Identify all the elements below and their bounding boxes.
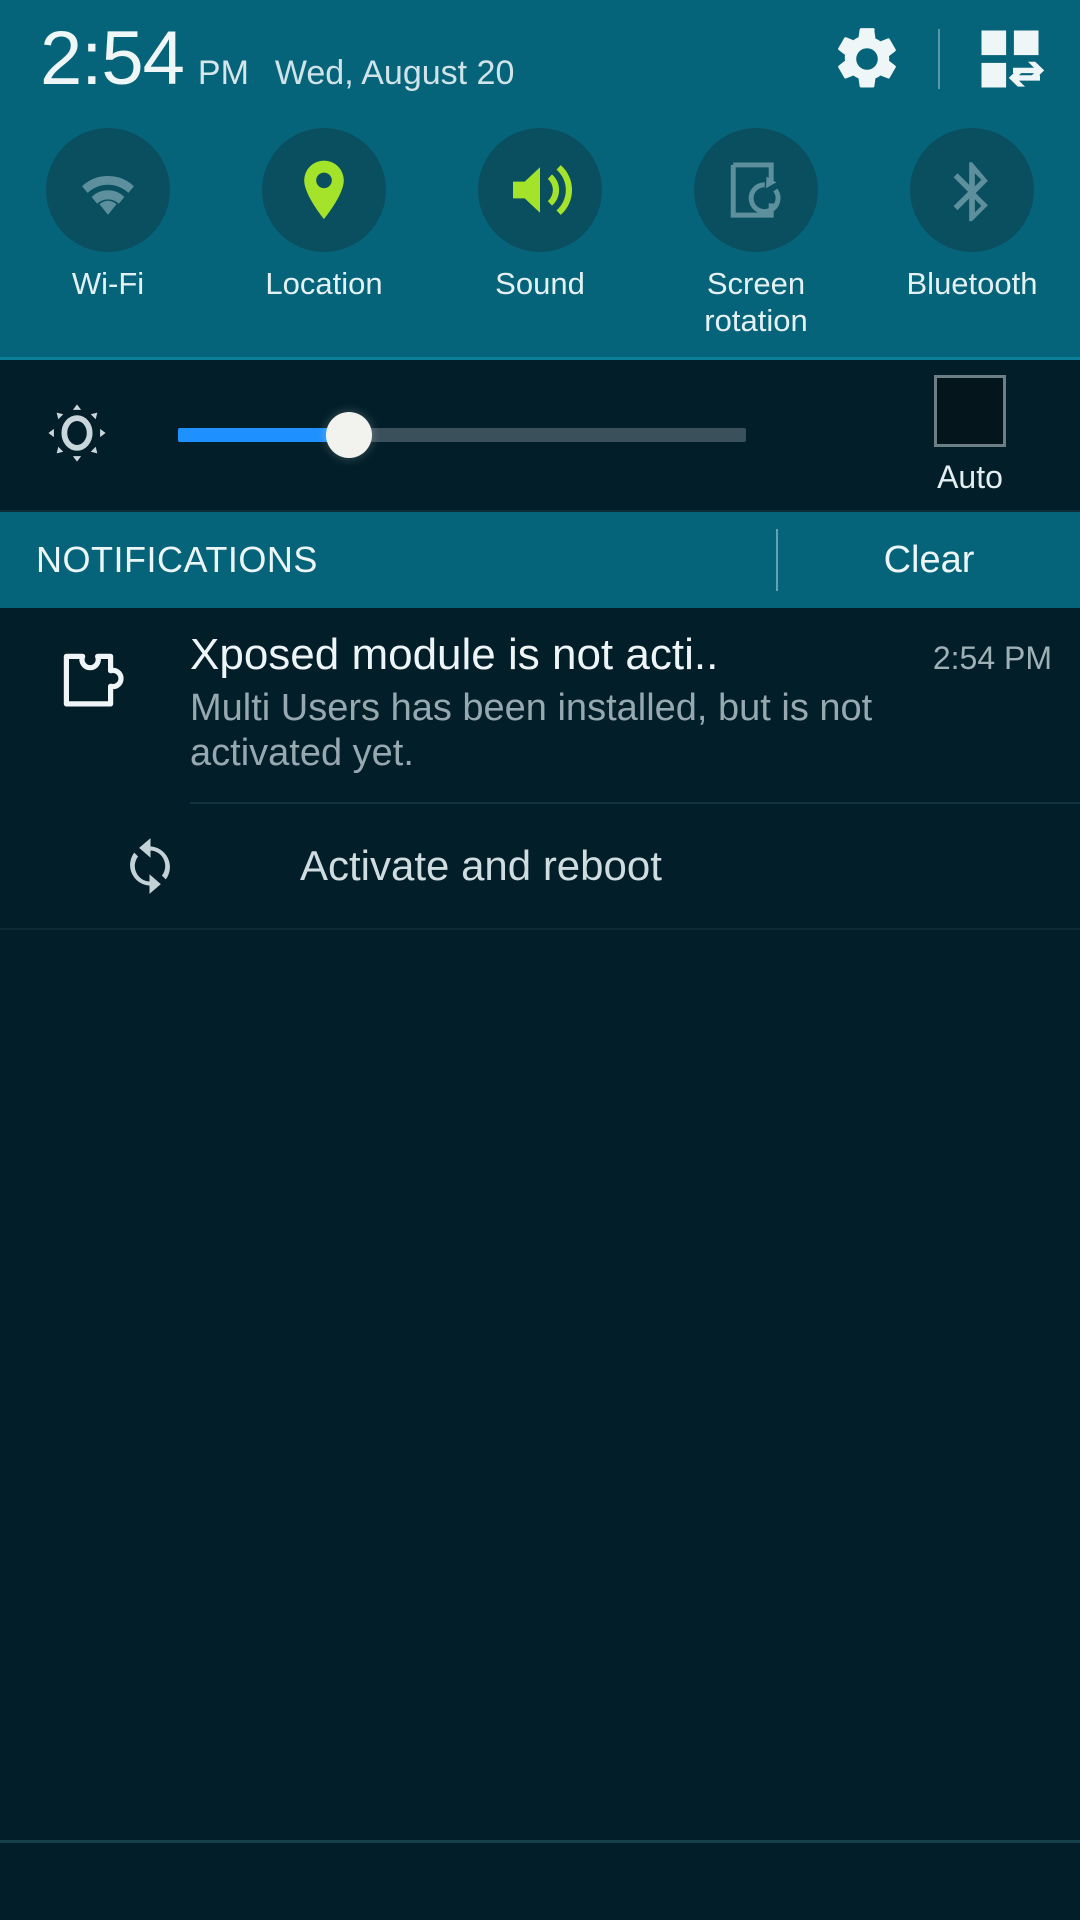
toggle-circle-location — [262, 128, 386, 252]
auto-brightness-label: Auto — [937, 458, 1003, 495]
toggle-label-sound: Sound — [495, 266, 585, 301]
toggle-label-location: Location — [265, 266, 383, 301]
notification-shade: 2:54 PM Wed, August 20 Wi-Fi Location So… — [0, 0, 1080, 1920]
bluetooth-icon — [953, 162, 988, 222]
brightness-row: Auto — [0, 360, 1080, 513]
screen-rotation-icon — [730, 162, 781, 218]
notification-list: Xposed module is not acti.. 2:54 PM Mult… — [0, 608, 1080, 1920]
clock-and-date: 2:54 PM Wed, August 20 — [40, 21, 830, 97]
location-pin-icon — [304, 160, 344, 220]
notification-action-activate-and-reboot[interactable]: Activate and reboot — [0, 804, 1080, 928]
status-header: 2:54 PM Wed, August 20 — [0, 0, 1080, 118]
toggle-label-wifi: Wi-Fi — [71, 266, 145, 301]
notification-time: 2:54 PM — [932, 640, 1052, 677]
clock-date: Wed, August 20 — [274, 54, 515, 92]
clock-ampm: PM — [197, 54, 249, 92]
toggle-screen-rotation[interactable]: Screen rotation — [648, 128, 864, 339]
notification-icon-column — [0, 630, 190, 776]
auto-brightness-checkbox[interactable] — [934, 374, 1006, 447]
brightness-slider[interactable] — [178, 405, 846, 465]
header-actions — [830, 22, 1046, 96]
notification-title: Xposed module is not acti.. — [190, 630, 719, 680]
header-divider — [938, 29, 940, 89]
toggle-label-bluetooth: Bluetooth — [906, 266, 1038, 301]
notifications-header: NOTIFICATIONS Clear — [0, 512, 1080, 609]
xposed-puzzle-icon — [63, 653, 124, 707]
notification-list-empty-space — [0, 929, 1080, 1840]
refresh-sync-icon — [0, 835, 300, 897]
notification-body: Xposed module is not acti.. 2:54 PM Mult… — [190, 630, 1080, 776]
clear-button[interactable]: Clear — [778, 539, 1080, 582]
notifications-title: NOTIFICATIONS — [36, 539, 318, 581]
toggle-circle-sound — [478, 128, 602, 252]
slider-thumb[interactable] — [326, 412, 373, 459]
toggle-circle-bluetooth — [910, 128, 1034, 252]
toggle-wifi[interactable]: Wi-Fi — [0, 128, 216, 339]
quick-settings-grid-icon[interactable] — [974, 23, 1046, 95]
notification-title-row: Xposed module is not acti.. 2:54 PM — [190, 630, 1052, 680]
brightness-gear-icon — [44, 400, 110, 471]
toggle-circle-screen-rotation — [694, 128, 818, 252]
auto-brightness-toggle[interactable]: Auto — [906, 374, 1034, 496]
notification-entry[interactable]: Xposed module is not acti.. 2:54 PM Mult… — [0, 608, 1080, 930]
notification-item[interactable]: Xposed module is not acti.. 2:54 PM Mult… — [0, 608, 1080, 776]
gear-icon[interactable] — [830, 22, 904, 96]
shade-pull-handle[interactable] — [0, 1840, 1080, 1920]
slider-fill — [178, 428, 342, 443]
toggle-location[interactable]: Location — [216, 128, 432, 339]
toggle-label-screen-rotation: Screen rotation — [704, 266, 808, 338]
notification-text: Multi Users has been installed, but is n… — [190, 687, 873, 774]
quick-settings-panel: 2:54 PM Wed, August 20 Wi-Fi Location So… — [0, 0, 1080, 361]
notification-action-label: Activate and reboot — [300, 841, 662, 889]
quick-toggle-row: Wi-Fi Location Sound Screen rotation Blu… — [0, 118, 1080, 357]
toggle-sound[interactable]: Sound — [432, 128, 648, 339]
clock-time: 2:54 — [40, 16, 185, 101]
toggle-circle-wifi — [46, 128, 170, 252]
wifi-icon — [82, 175, 134, 215]
toggle-bluetooth[interactable]: Bluetooth — [864, 128, 1080, 339]
sound-speaker-icon — [513, 165, 573, 215]
